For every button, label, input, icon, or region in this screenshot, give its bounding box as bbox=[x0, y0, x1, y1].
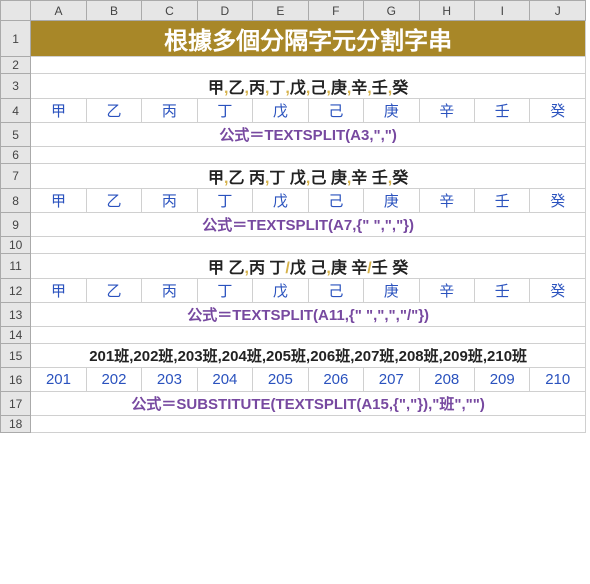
split-cell[interactable]: 丙 bbox=[142, 99, 197, 123]
split-cell[interactable]: 己 bbox=[308, 99, 363, 123]
split-cell[interactable]: 207 bbox=[364, 368, 419, 392]
split-cell[interactable]: 甲 bbox=[31, 189, 86, 213]
row-header[interactable]: 15 bbox=[1, 344, 31, 368]
row-header[interactable]: 6 bbox=[1, 147, 31, 164]
col-header[interactable]: B bbox=[86, 1, 141, 21]
split-cell[interactable]: 甲 bbox=[31, 99, 86, 123]
split-cell[interactable]: 乙 bbox=[86, 99, 141, 123]
split-cell[interactable]: 203 bbox=[142, 368, 197, 392]
row-header[interactable]: 9 bbox=[1, 213, 31, 237]
split-cell[interactable]: 庚 bbox=[364, 189, 419, 213]
empty-cell[interactable] bbox=[31, 416, 586, 433]
row-header[interactable]: 8 bbox=[1, 189, 31, 213]
formula-cell-4[interactable]: 公式＝SUBSTITUTE(TEXTSPLIT(A15,{","}),"班","… bbox=[31, 392, 586, 416]
split-cell[interactable]: 癸 bbox=[530, 99, 586, 123]
split-cell[interactable]: 戊 bbox=[253, 279, 308, 303]
source-string-4[interactable]: 201班,202班,203班,204班,205班,206班,207班,208班,… bbox=[31, 344, 586, 368]
col-header[interactable]: C bbox=[142, 1, 197, 21]
row-header[interactable]: 12 bbox=[1, 279, 31, 303]
split-cell[interactable]: 癸 bbox=[530, 279, 586, 303]
split-cell[interactable]: 辛 bbox=[419, 99, 474, 123]
column-header-row: A B C D E F G H I J bbox=[1, 1, 586, 21]
source-string-1[interactable]: 甲,乙,丙,丁,戊,己,庚,辛,壬,癸 bbox=[31, 74, 586, 99]
row-header[interactable]: 18 bbox=[1, 416, 31, 433]
split-cell[interactable]: 己 bbox=[308, 279, 363, 303]
row-header[interactable]: 7 bbox=[1, 164, 31, 189]
empty-cell[interactable] bbox=[31, 147, 586, 164]
split-cell[interactable]: 庚 bbox=[364, 99, 419, 123]
split-cell[interactable]: 209 bbox=[475, 368, 530, 392]
row-header[interactable]: 5 bbox=[1, 123, 31, 147]
split-cell[interactable]: 丁 bbox=[197, 99, 252, 123]
split-cell[interactable]: 丁 bbox=[197, 279, 252, 303]
row-header[interactable]: 1 bbox=[1, 21, 31, 57]
col-header[interactable]: H bbox=[419, 1, 474, 21]
col-header[interactable]: J bbox=[530, 1, 586, 21]
split-cell[interactable]: 丙 bbox=[142, 279, 197, 303]
row-header[interactable]: 17 bbox=[1, 392, 31, 416]
select-all-corner[interactable] bbox=[1, 1, 31, 21]
split-cell[interactable]: 206 bbox=[308, 368, 363, 392]
col-header[interactable]: A bbox=[31, 1, 86, 21]
split-cell[interactable]: 乙 bbox=[86, 279, 141, 303]
split-cell[interactable]: 丁 bbox=[197, 189, 252, 213]
source-string-2[interactable]: 甲,乙 丙,丁 戊,己 庚,辛 壬,癸 bbox=[31, 164, 586, 189]
split-cell[interactable]: 204 bbox=[197, 368, 252, 392]
row-header[interactable]: 2 bbox=[1, 57, 31, 74]
formula-cell-1[interactable]: 公式＝TEXTSPLIT(A3,",") bbox=[31, 123, 586, 147]
split-cell[interactable]: 甲 bbox=[31, 279, 86, 303]
formula-cell-2[interactable]: 公式＝TEXTSPLIT(A7,{" ",","}) bbox=[31, 213, 586, 237]
empty-cell[interactable] bbox=[31, 327, 586, 344]
split-cell[interactable]: 癸 bbox=[530, 189, 586, 213]
split-cell[interactable]: 庚 bbox=[364, 279, 419, 303]
split-cell[interactable]: 208 bbox=[419, 368, 474, 392]
split-cell[interactable]: 己 bbox=[308, 189, 363, 213]
title-cell[interactable]: 根據多個分隔字元分割字串 bbox=[31, 21, 586, 57]
row-header[interactable]: 11 bbox=[1, 254, 31, 279]
split-cell[interactable]: 202 bbox=[86, 368, 141, 392]
split-cell[interactable]: 壬 bbox=[475, 279, 530, 303]
col-header[interactable]: F bbox=[308, 1, 363, 21]
row-header[interactable]: 4 bbox=[1, 99, 31, 123]
row-header[interactable]: 3 bbox=[1, 74, 31, 99]
col-header[interactable]: G bbox=[364, 1, 419, 21]
split-cell[interactable]: 辛 bbox=[419, 279, 474, 303]
empty-cell[interactable] bbox=[31, 237, 586, 254]
split-cell[interactable]: 201 bbox=[31, 368, 86, 392]
split-cell[interactable]: 丙 bbox=[142, 189, 197, 213]
split-cell[interactable]: 戊 bbox=[253, 189, 308, 213]
split-cell[interactable]: 戊 bbox=[253, 99, 308, 123]
empty-cell[interactable] bbox=[31, 57, 586, 74]
source-string-3[interactable]: 甲 乙,丙 丁/戊 己,庚 辛/壬 癸 bbox=[31, 254, 586, 279]
split-cell[interactable]: 210 bbox=[530, 368, 586, 392]
split-cell[interactable]: 辛 bbox=[419, 189, 474, 213]
spreadsheet-view: A B C D E F G H I J 1 根據多個分隔字元分割字串 2 3 甲… bbox=[0, 0, 590, 584]
split-cell[interactable]: 205 bbox=[253, 368, 308, 392]
col-header[interactable]: D bbox=[197, 1, 252, 21]
col-header[interactable]: E bbox=[253, 1, 308, 21]
split-cell[interactable]: 乙 bbox=[86, 189, 141, 213]
row-header[interactable]: 16 bbox=[1, 368, 31, 392]
row-header[interactable]: 13 bbox=[1, 303, 31, 327]
split-cell[interactable]: 壬 bbox=[475, 189, 530, 213]
row-header[interactable]: 14 bbox=[1, 327, 31, 344]
formula-cell-3[interactable]: 公式＝TEXTSPLIT(A11,{" ",",","/"}) bbox=[31, 303, 586, 327]
grid: A B C D E F G H I J 1 根據多個分隔字元分割字串 2 3 甲… bbox=[0, 0, 586, 433]
col-header[interactable]: I bbox=[475, 1, 530, 21]
row-header[interactable]: 10 bbox=[1, 237, 31, 254]
split-cell[interactable]: 壬 bbox=[475, 99, 530, 123]
